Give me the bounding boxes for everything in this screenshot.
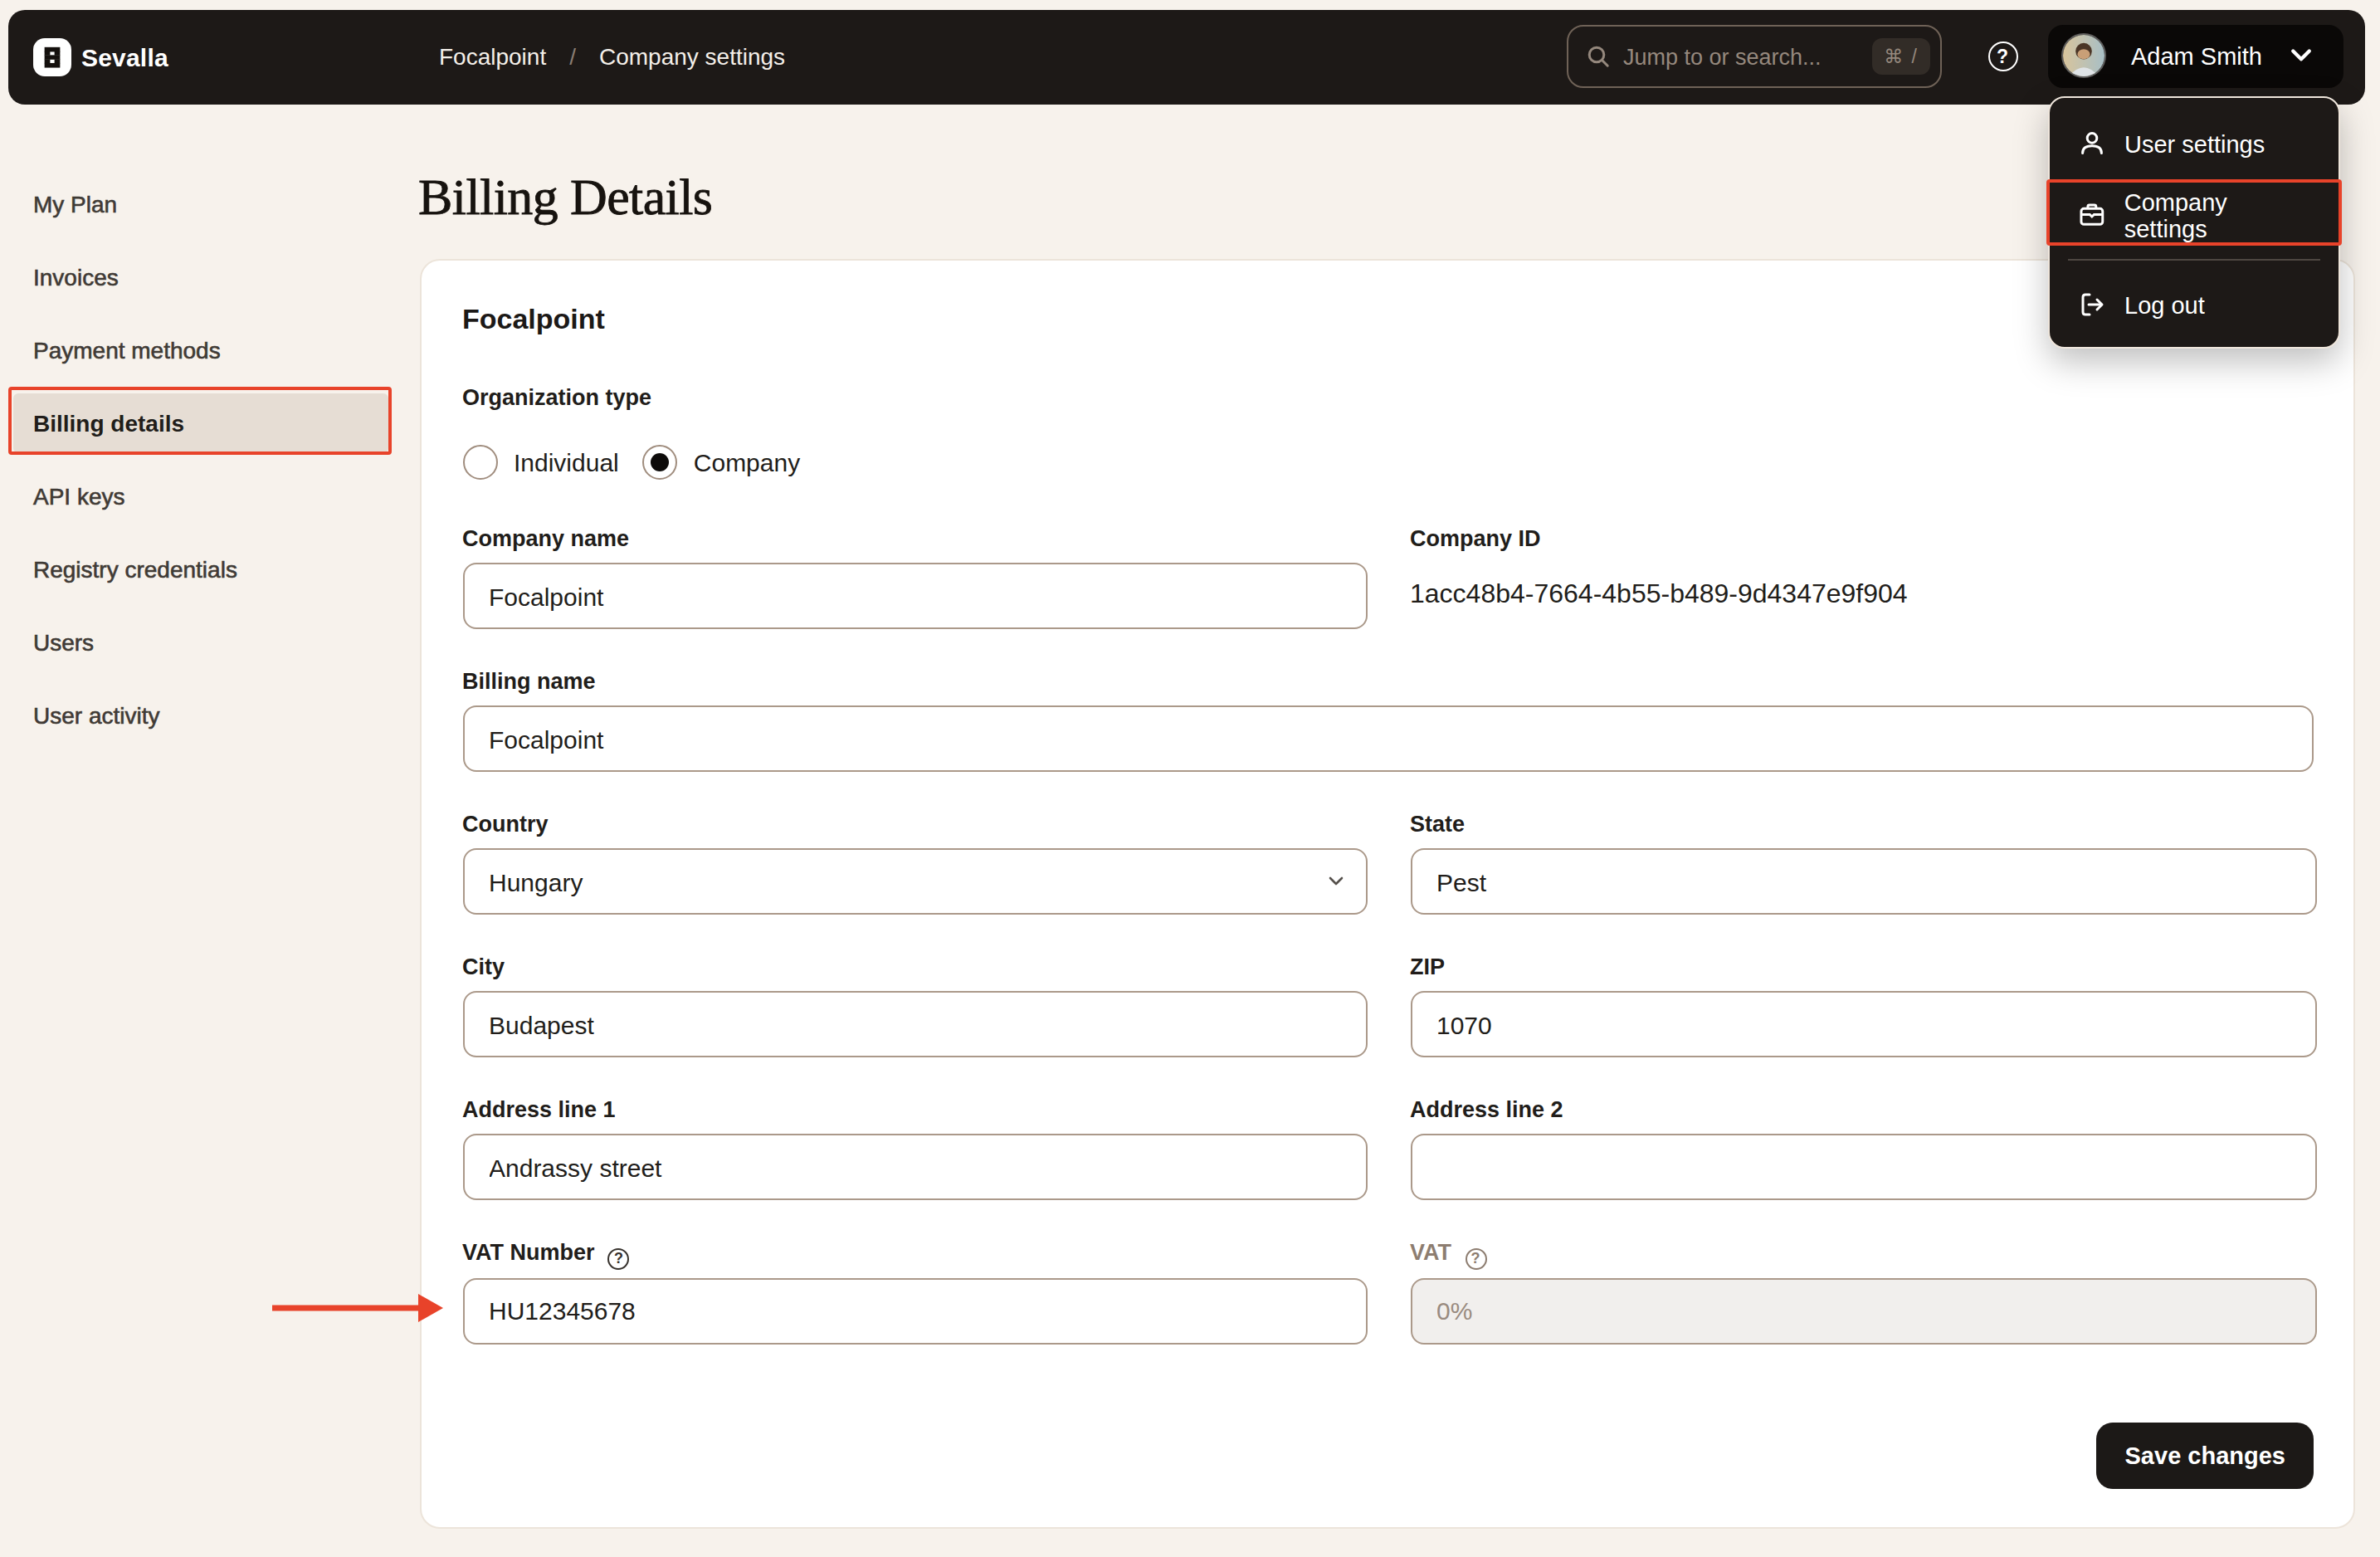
field-vat: VAT?	[1410, 1238, 2317, 1344]
annotation-billing-details	[8, 386, 392, 454]
billing-name-input[interactable]	[462, 705, 2314, 772]
sidebar-item-user-activity[interactable]: User activity	[0, 679, 407, 752]
sidebar-item-users[interactable]: Users	[0, 606, 407, 679]
user-icon	[2078, 129, 2106, 158]
company-name-label: Company name	[462, 525, 1368, 554]
zip-label: ZIP	[1410, 953, 2317, 983]
annotation-company-settings	[2046, 179, 2342, 246]
breadcrumb-app[interactable]: Focalpoint	[439, 44, 546, 71]
save-changes-button[interactable]: Save changes	[2097, 1423, 2314, 1489]
annotation-arrow	[266, 1285, 451, 1331]
menu-item-label: User settings	[2124, 130, 2265, 157]
sidebar-item-my-plan[interactable]: My Plan	[0, 168, 407, 241]
state-input[interactable]	[1410, 848, 2317, 915]
breadcrumb: Focalpoint / Company settings	[439, 10, 785, 104]
field-vat-number: VAT Number?	[462, 1238, 1368, 1344]
user-menu-button[interactable]: Adam Smith	[2048, 24, 2343, 88]
search-icon	[1587, 45, 1610, 68]
page-title: Billing Details	[418, 164, 712, 231]
brand-name: Sevalla	[81, 43, 168, 71]
country-select[interactable]	[462, 848, 1368, 915]
address2-input[interactable]	[1410, 1134, 2317, 1200]
state-label: State	[1410, 810, 2317, 840]
billing-details-card: Focalpoint Organization type Individual …	[420, 259, 2355, 1529]
search-placeholder: Jump to or search...	[1623, 44, 1872, 69]
vat-help-icon[interactable]: ?	[1465, 1247, 1486, 1269]
field-billing-name: Billing name	[462, 667, 2314, 772]
breadcrumb-page[interactable]: Company settings	[599, 44, 785, 71]
field-address2: Address line 2	[1410, 1096, 2317, 1200]
search-input[interactable]: Jump to or search... ⌘ /	[1567, 25, 1942, 88]
menu-item-user-settings[interactable]: User settings	[2050, 108, 2339, 179]
avatar	[2063, 36, 2104, 77]
top-bar: Sevalla Focalpoint / Company settings Ju…	[8, 10, 2364, 104]
org-type-options: Individual Company	[462, 442, 2314, 481]
chevron-down-icon	[2290, 49, 2311, 64]
billing-name-label: Billing name	[462, 667, 2314, 697]
address2-label: Address line 2	[1410, 1096, 2317, 1125]
page: Sevalla Focalpoint / Company settings Ju…	[0, 0, 2380, 1557]
help-icon[interactable]: ?	[1987, 41, 2017, 71]
vat-number-label: VAT Number?	[462, 1238, 1368, 1269]
vat-input	[1410, 1277, 2317, 1344]
select-chevron-icon	[1328, 873, 1344, 890]
country-label: Country	[462, 810, 1368, 840]
field-company-id: Company ID 1acc48b4-7664-4b55-b489-9d434…	[1410, 525, 2317, 629]
radio-individual-circle[interactable]	[462, 444, 497, 479]
vat-label: VAT?	[1410, 1238, 2317, 1269]
company-id-label: Company ID	[1410, 525, 2317, 554]
field-state: State	[1410, 810, 2317, 915]
field-address1: Address line 1	[462, 1096, 1368, 1200]
org-type-label: Organization type	[462, 383, 2314, 413]
company-name-input[interactable]	[462, 563, 1368, 629]
menu-item-log-out[interactable]: Log out	[2050, 269, 2339, 340]
sidebar-item-api-keys[interactable]: API keys	[0, 460, 407, 533]
field-country: Country	[462, 810, 1368, 915]
field-city: City	[462, 953, 1368, 1057]
vat-number-input[interactable]	[462, 1277, 1368, 1344]
radio-company-circle[interactable]	[642, 444, 677, 479]
menu-divider	[2068, 259, 2320, 261]
address1-label: Address line 1	[462, 1096, 1368, 1125]
sidebar-item-invoices[interactable]: Invoices	[0, 241, 407, 314]
company-id-value: 1acc48b4-7664-4b55-b489-9d4347e9f904	[1410, 579, 2317, 608]
vat-number-help-icon[interactable]: ?	[608, 1247, 630, 1269]
city-input[interactable]	[462, 991, 1368, 1057]
sidebar-item-payment-methods[interactable]: Payment methods	[0, 314, 407, 387]
search-shortcut: ⌘ /	[1872, 38, 1930, 75]
sidebar: My Plan Invoices Payment methods Billing…	[0, 168, 407, 752]
breadcrumb-separator: /	[569, 44, 576, 71]
field-zip: ZIP	[1410, 953, 2317, 1057]
card-title: Focalpoint	[462, 304, 2314, 337]
menu-item-label: Log out	[2124, 291, 2205, 318]
radio-individual[interactable]: Individual	[462, 444, 619, 479]
field-company-name: Company name	[462, 525, 1368, 629]
brand[interactable]: Sevalla	[33, 10, 168, 104]
city-label: City	[462, 953, 1368, 983]
sidebar-item-registry-credentials[interactable]: Registry credentials	[0, 533, 407, 606]
address1-input[interactable]	[462, 1134, 1368, 1200]
logout-icon	[2078, 290, 2106, 319]
zip-input[interactable]	[1410, 991, 2317, 1057]
sevalla-logo-icon	[33, 38, 71, 76]
radio-company[interactable]: Company	[642, 444, 800, 479]
user-name: Adam Smith	[2131, 43, 2263, 70]
